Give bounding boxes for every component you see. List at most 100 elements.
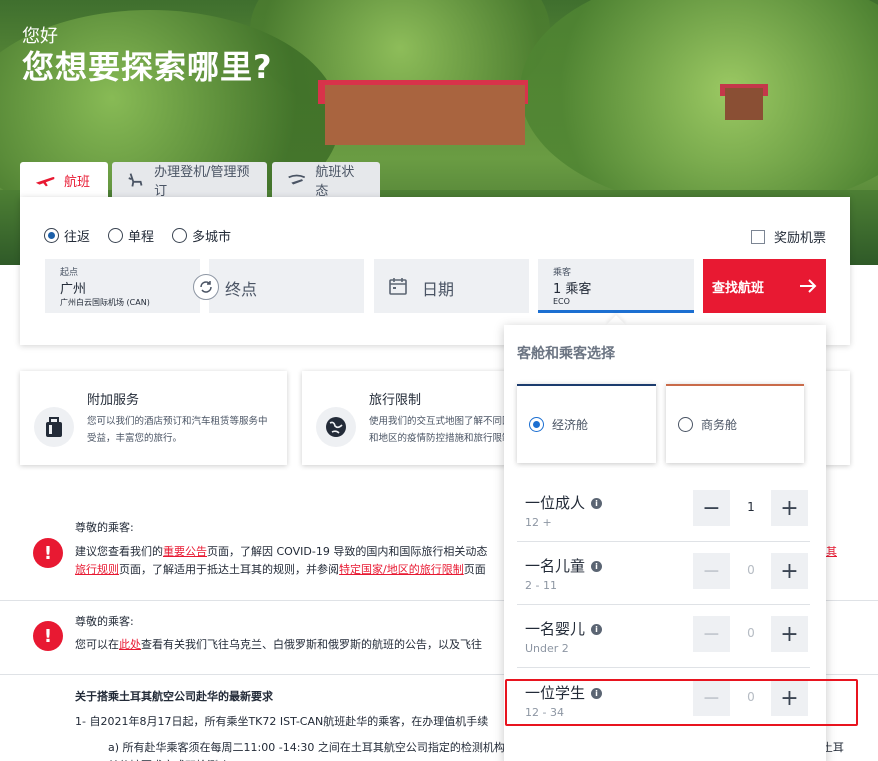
tab-label: 办理登机/管理预订 — [154, 165, 250, 199]
passenger-age: Under 2 — [525, 642, 569, 655]
card-text: 使用我们的交互式地图了解不同国家和地区的疫情防控措施和旅行限制。 — [369, 416, 522, 444]
tab-label: 航班状态 — [315, 165, 355, 199]
bag-icon — [34, 407, 74, 447]
info-icon[interactable]: i — [591, 561, 603, 572]
radio-label: 往返 — [64, 230, 91, 245]
radio-label: 多城市 — [192, 230, 232, 245]
arrow-right-icon — [800, 279, 817, 293]
child-count: 0 — [747, 563, 755, 577]
adult-minus-button[interactable]: − — [693, 490, 730, 526]
notice-greeting: 尊敬的乘客: — [75, 521, 134, 534]
economy-cabin-option[interactable]: 经济舱 — [517, 384, 656, 463]
divider — [517, 604, 810, 605]
date-placeholder: 日期 — [422, 280, 455, 299]
hero-trees — [520, 0, 878, 210]
cabin-code: ECO — [553, 297, 570, 306]
tab-flights[interactable]: 航班 — [20, 162, 108, 198]
radio-dot — [108, 228, 124, 243]
info-icon[interactable]: i — [591, 624, 603, 635]
important-notices-link[interactable]: 重要公告 — [163, 545, 207, 558]
card-text: 您可以我们的酒店预订和汽车租赁等服务中受益，丰富您的旅行。 — [87, 416, 268, 444]
student-row-highlight — [505, 679, 858, 726]
radio-dot — [44, 228, 59, 243]
travel-rules-link[interactable]: 旅行规则 — [75, 563, 119, 576]
divider — [517, 541, 810, 542]
passenger-row-infant: 一名婴儿 i Under 2 − 0 + — [517, 606, 810, 668]
passenger-age: 2 - 11 — [525, 579, 557, 592]
globe-icon — [316, 407, 356, 447]
hero-house — [325, 85, 525, 145]
passenger-age: 12 + — [525, 516, 552, 529]
passenger-count: 1 乘客 — [553, 282, 592, 297]
passenger-type: 一名婴儿 i — [525, 618, 603, 639]
adult-plus-button[interactable]: + — [771, 490, 808, 526]
tab-label: 航班 — [64, 174, 91, 190]
card-title: 旅行限制 — [369, 393, 422, 408]
hero-cabin — [725, 88, 763, 120]
passenger-row-adult: 一位成人 i 12 + − 1 + — [517, 480, 810, 542]
destination-field[interactable]: 终点 — [209, 259, 364, 313]
passenger-type: 一名儿童 i — [525, 555, 603, 576]
passenger-row-child: 一名儿童 i 2 - 11 − 0 + — [517, 543, 810, 605]
extra-services-card[interactable]: 附加服务 您可以我们的酒店预订和汽车租赁等服务中受益，丰富您的旅行。 — [20, 371, 287, 465]
requirements-line: 1- 自2021年8月17日起，所有乘坐TK72 IST-CAN航班赴华的乘客，… — [75, 715, 489, 728]
popup-title: 客舱和乘客选择 — [517, 346, 615, 362]
award-ticket-checkbox[interactable]: 奖励机票 — [751, 227, 826, 246]
info-card-partial[interactable] — [823, 371, 850, 465]
notice-link-fragment[interactable]: 其 — [826, 543, 837, 559]
adult-count: 1 — [747, 500, 755, 514]
travel-restrictions-card[interactable]: 旅行限制 使用我们的交互式地图了解不同国家和地区的疫情防控措施和旅行限制。 — [302, 371, 537, 465]
origin-city: 广州 — [60, 282, 87, 297]
date-field[interactable]: 日期 — [374, 259, 529, 313]
trip-type-group: 往返 单程 多城市 — [44, 226, 231, 245]
alert-icon: ! — [33, 538, 63, 568]
swap-route-button[interactable] — [193, 274, 219, 300]
passenger-label: 乘客 — [553, 268, 572, 278]
destination-placeholder: 终点 — [225, 280, 258, 299]
trip-oneway-radio[interactable]: 单程 — [108, 226, 154, 245]
passenger-type-label: 一名婴儿 — [525, 620, 586, 638]
child-plus-button[interactable]: + — [771, 553, 808, 589]
notice-text-part: 页面 — [463, 563, 486, 576]
flight-status-icon — [288, 174, 306, 185]
requirements-title: 关于搭乘土耳其航空公司赴华的最新要求 — [75, 690, 273, 703]
trip-roundtrip-radio[interactable]: 往返 — [44, 226, 90, 245]
notice-text-part: 查看有关我们飞往乌克兰、白俄罗斯和俄罗斯的航班的公告，以及飞往 — [141, 638, 482, 651]
divider — [517, 667, 810, 668]
origin-airport: 广州白云国际机场 (CAN) — [60, 298, 150, 307]
checkbox-label: 奖励机票 — [774, 231, 827, 246]
notice-text-part: 建议您查看我们的 — [75, 545, 163, 558]
passenger-type-label: 一位成人 — [525, 494, 586, 512]
radio-dot — [529, 417, 544, 432]
search-flights-button[interactable]: 查找航班 — [703, 259, 826, 313]
tab-checkin-manage[interactable]: 办理登机/管理预订 — [112, 162, 267, 199]
notice-greeting: 尊敬的乘客: — [75, 615, 134, 628]
passenger-type-label: 一名儿童 — [525, 557, 586, 575]
info-icon[interactable]: i — [591, 498, 603, 509]
passenger-type: 一位成人 i — [525, 492, 603, 513]
child-minus-button[interactable]: − — [693, 553, 730, 589]
radio-dot — [678, 417, 693, 432]
radio-dot — [172, 228, 188, 243]
trip-multicity-radio[interactable]: 多城市 — [172, 226, 231, 245]
business-cabin-option[interactable]: 商务舱 — [666, 384, 804, 463]
checkbox-box — [751, 229, 765, 244]
calendar-icon — [389, 278, 407, 295]
passenger-field[interactable]: 乘客 1 乘客 ECO — [538, 259, 694, 313]
notice-text-part: 页面，了解因 COVID-19 导致的国内和国际旅行相关动态 — [207, 545, 488, 558]
infant-plus-button[interactable]: + — [771, 616, 808, 652]
page-headline: 您想要探索哪里? — [22, 48, 273, 86]
plane-icon — [35, 177, 55, 187]
radio-label: 单程 — [128, 230, 155, 245]
origin-field[interactable]: 起点 广州 广州白云国际机场 (CAN) — [45, 259, 200, 313]
tab-flight-status[interactable]: 航班状态 — [272, 162, 380, 199]
infant-minus-button[interactable]: − — [693, 616, 730, 652]
here-link[interactable]: 此处 — [119, 638, 141, 651]
swap-icon — [200, 281, 212, 293]
cabin-label: 经济舱 — [552, 418, 589, 432]
notice-text-part: 页面，了解适用于抵达土耳其的规则，并参阅 — [119, 563, 339, 576]
card-title: 附加服务 — [87, 393, 140, 408]
infant-count: 0 — [747, 626, 755, 640]
search-button-label: 查找航班 — [712, 280, 765, 296]
country-restrictions-link[interactable]: 特定国家/地区的旅行限制 — [339, 563, 464, 576]
